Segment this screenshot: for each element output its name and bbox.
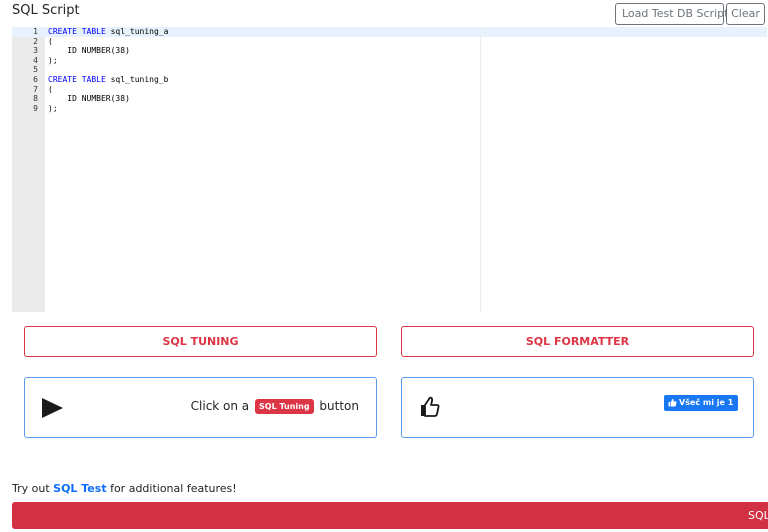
line-number: 9 [33, 103, 38, 113]
code-text: CREATE TABLE sql_tuning_b [48, 75, 168, 85]
line-number: 1 [33, 27, 38, 36]
instruction-prefix: Click on a [190, 399, 250, 413]
code-line: 3 ID NUMBER(38) [12, 46, 767, 56]
code-line: 7( [12, 85, 767, 95]
code-text: ); [48, 104, 58, 114]
promo-suffix: for additional features! [110, 482, 237, 495]
line-number: 7 [33, 84, 38, 94]
sql-banner-bar[interactable]: SQL [12, 502, 768, 529]
result-card: Click on a SQL Tuning button [24, 377, 377, 438]
page-title: SQL Script [12, 3, 80, 18]
clear-button[interactable]: Clear [726, 3, 765, 25]
like-card: Všeč mi je 1 [401, 377, 754, 438]
line-number: 2 [33, 36, 38, 46]
code-line: 1 CREATE TABLE sql_tuning_a [12, 27, 767, 37]
code-rest: ( [48, 36, 53, 46]
sql-test-link[interactable]: SQL Test [53, 482, 106, 495]
promo-prefix: Try out [12, 482, 50, 495]
sql-formatter-button[interactable]: SQL FORMATTER [401, 326, 754, 357]
sql-keyword: CREATE TABLE [48, 74, 106, 84]
facebook-thumb-icon [668, 398, 677, 407]
line-number: 5 [33, 65, 38, 75]
sql-tuning-badge: SQL Tuning [255, 399, 314, 414]
code-lines: 1 CREATE TABLE sql_tuning_a 2(3 ID NUMBER(… [12, 27, 767, 113]
instruction-text: Click on a SQL Tuning button [191, 398, 359, 414]
instruction-suffix: button [319, 399, 359, 413]
code-rest: sql_tuning_a [105, 27, 169, 36]
line-number: 6 [33, 74, 38, 84]
line-number: 3 [33, 46, 38, 56]
code-text: ( [48, 85, 53, 95]
code-line: 2( [12, 37, 767, 47]
facebook-like-button[interactable]: Všeč mi je 1 [664, 395, 738, 411]
sql-keyword: CREATE TABLE [48, 27, 106, 36]
code-line: 9); [12, 104, 767, 114]
code-text: ID NUMBER(38) [48, 46, 130, 56]
code-rest: ); [48, 103, 58, 113]
thumbs-up-icon [421, 396, 440, 417]
facebook-like-label: Všeč mi je 1 [679, 398, 734, 407]
sql-banner-label: SQL [748, 509, 768, 522]
code-rest: ID NUMBER(38) [48, 46, 130, 56]
line-number: 8 [33, 94, 38, 104]
line-number: 4 [33, 55, 38, 65]
code-line: 4); [12, 56, 767, 66]
load-test-db-script-button[interactable]: Load Test DB Script [615, 3, 728, 25]
play-icon [42, 398, 63, 418]
code-rest: sql_tuning_b [105, 74, 169, 84]
code-rest: ID NUMBER(38) [48, 94, 130, 104]
sql-editor[interactable]: 1 CREATE TABLE sql_tuning_a 2(3 ID NUMBER(… [12, 27, 767, 312]
code-line: 6 CREATE TABLE sql_tuning_b [12, 75, 767, 85]
code-rest: ( [48, 84, 53, 94]
code-rest: ); [48, 55, 58, 65]
promo-text: Try out SQL Test for additional features… [12, 482, 237, 495]
code-text: CREATE TABLE sql_tuning_a [48, 27, 168, 37]
code-text: ); [48, 56, 58, 66]
code-line: 5 [12, 65, 767, 75]
code-text: ID NUMBER(38) [48, 94, 130, 104]
code-line: 8 ID NUMBER(38) [12, 94, 767, 104]
sql-tuning-button[interactable]: SQL TUNING [24, 326, 377, 357]
code-text: ( [48, 37, 53, 47]
